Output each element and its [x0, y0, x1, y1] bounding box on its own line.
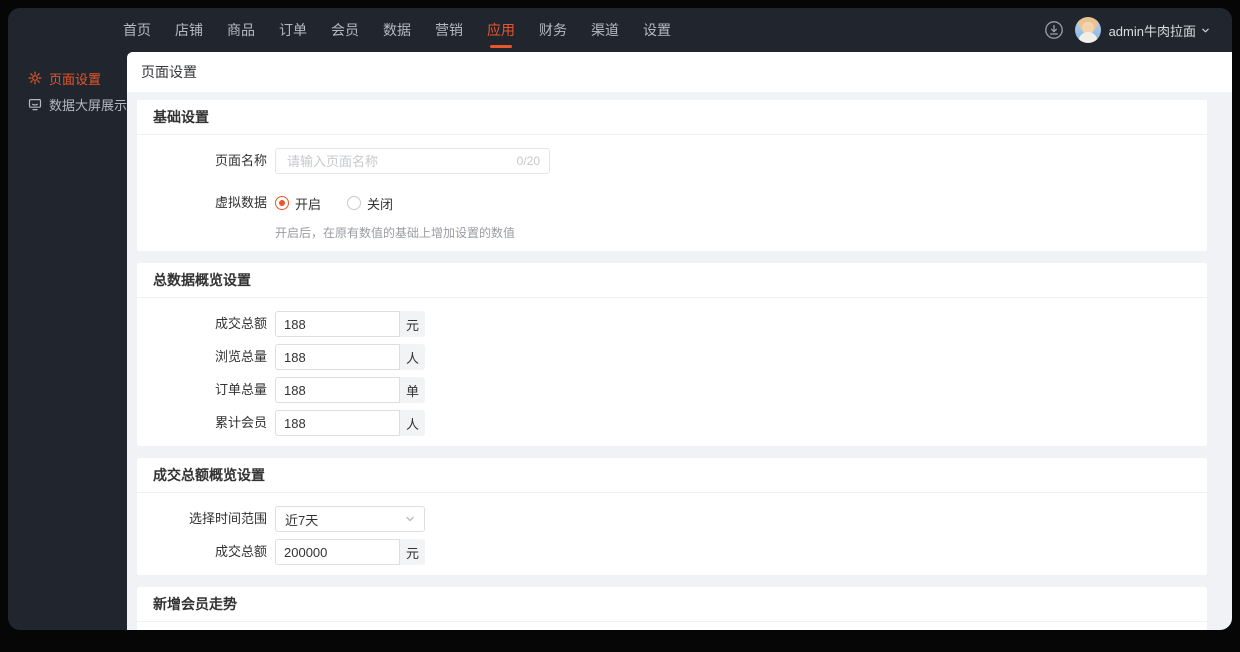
nav-item-data[interactable]: 数据 — [383, 8, 411, 52]
card-title: 成交总额概览设置 — [137, 458, 1207, 493]
time-range-select[interactable]: 近7天 — [275, 506, 426, 532]
download-icon[interactable] — [1043, 19, 1065, 41]
views-total-group: 人 — [275, 344, 426, 370]
nav-item-members[interactable]: 会员 — [331, 8, 359, 52]
views-total-label: 浏览总量 — [215, 349, 268, 364]
sidebar-item-page-settings[interactable]: 页面设置 — [8, 65, 127, 91]
nav-item-shop[interactable]: 店铺 — [175, 8, 203, 52]
card-title: 基础设置 — [137, 100, 1207, 135]
nav-item-goods[interactable]: 商品 — [227, 8, 255, 52]
nav-item-home[interactable]: 首页 — [123, 8, 151, 52]
radio-on-label: 开启 — [295, 196, 322, 212]
time-range-label: 选择时间范围 — [189, 511, 268, 526]
char-counter: 0/20 — [516, 154, 541, 168]
card-basic-settings: 基础设置 页面名称 0/20 虚拟数据 — [137, 100, 1207, 251]
page-name-input[interactable] — [285, 152, 511, 170]
topnav-right: admin牛肉拉面 — [1043, 8, 1210, 52]
radio-off-label: 关闭 — [367, 196, 394, 212]
unit-addon: 单 — [400, 377, 426, 403]
user-menu[interactable]: admin牛肉拉面 — [1109, 21, 1210, 40]
nav-item-settings[interactable]: 设置 — [643, 8, 671, 52]
nav-item-marketing[interactable]: 营销 — [435, 8, 463, 52]
screen-icon — [28, 98, 42, 111]
sidebar-item-data-screen[interactable]: 数据大屏展示 — [8, 91, 127, 117]
sidebar-item-label: 页面设置 — [49, 71, 102, 87]
avatar[interactable] — [1074, 17, 1101, 43]
chevron-down-icon — [406, 516, 414, 522]
unit-addon: 元 — [400, 311, 426, 337]
deal-total-input[interactable] — [275, 311, 401, 337]
page-name-label: 页面名称 — [215, 153, 268, 168]
nav-item-channels[interactable]: 渠道 — [591, 8, 619, 52]
card-overview-settings: 总数据概览设置 成交总额 元 浏览总量 — [137, 263, 1207, 446]
nav-item-orders[interactable]: 订单 — [279, 8, 307, 52]
user-name: admin牛肉拉面 — [1108, 23, 1196, 39]
radio-on[interactable]: 开启 — [275, 194, 321, 213]
chevron-down-icon — [1202, 28, 1209, 32]
main-nav: 首页 店铺 商品 订单 会员 数据 营销 应用 财务 渠道 设置 — [123, 8, 695, 52]
app-window: 首页 店铺 商品 订单 会员 数据 营销 应用 财务 渠道 设置 admin牛肉… — [8, 8, 1232, 630]
sidebar: 页面设置 数据大屏展示 — [8, 52, 127, 630]
virtual-data-radio-group: 开启 关闭 — [275, 190, 515, 216]
deal-total-group: 元 — [275, 311, 426, 337]
top-navbar: 首页 店铺 商品 订单 会员 数据 营销 应用 财务 渠道 设置 admin牛肉… — [8, 8, 1232, 52]
deal-total-label: 成交总额 — [215, 316, 268, 331]
members-total-input[interactable] — [275, 410, 401, 436]
nav-item-apps[interactable]: 应用 — [487, 8, 515, 52]
body-row: 页面设置 数据大屏展示 页面设置 基础设置 页面名称 请输入页面名称 0/20 … — [8, 52, 1232, 630]
page-name-input-wrap: 0/20 — [275, 148, 551, 174]
settings-scroll-area[interactable]: 基础设置 页面名称 0/20 虚拟数据 — [127, 92, 1232, 630]
content: 页面设置 基础设置 页面名称 0/20 — [127, 52, 1232, 630]
members-total-label: 累计会员 — [215, 415, 268, 430]
views-total-input[interactable] — [275, 344, 401, 370]
members-total-group: 人 — [275, 410, 426, 436]
radio-dot-icon — [275, 196, 290, 210]
orders-total-input[interactable] — [275, 377, 401, 403]
virtual-data-hint: 开启后，在原有数值的基础上增加设置的数值 — [275, 226, 516, 240]
page-title: 页面设置 — [141, 64, 198, 80]
card-title: 总数据概览设置 — [137, 263, 1207, 298]
unit-addon: 人 — [400, 410, 426, 436]
deal-amount-input[interactable] — [275, 539, 401, 565]
orders-total-label: 订单总量 — [215, 382, 268, 397]
nav-item-finance[interactable]: 财务 — [539, 8, 567, 52]
radio-off[interactable]: 关闭 — [347, 194, 393, 213]
virtual-data-label: 虚拟数据 — [215, 195, 268, 210]
card-deal-overview-settings: 成交总额概览设置 选择时间范围 近7天 成交总额 200000 元 — [137, 458, 1207, 575]
gear-icon — [28, 71, 42, 85]
unit-addon: 元 — [400, 539, 426, 565]
time-range-value: 近7天 — [285, 512, 319, 528]
card-member-trend: 新增会员走势 — [137, 587, 1207, 630]
deal-amount-group: 元 — [275, 539, 426, 565]
unit-addon: 人 — [400, 344, 426, 370]
orders-total-group: 单 — [275, 377, 426, 403]
sidebar-item-label: 数据大屏展示 — [49, 97, 128, 113]
radio-dot-icon — [347, 196, 362, 210]
page-title-bar: 页面设置 — [127, 52, 1232, 92]
deal-amount-label: 成交总额 — [215, 544, 268, 559]
card-title: 新增会员走势 — [137, 587, 1207, 622]
